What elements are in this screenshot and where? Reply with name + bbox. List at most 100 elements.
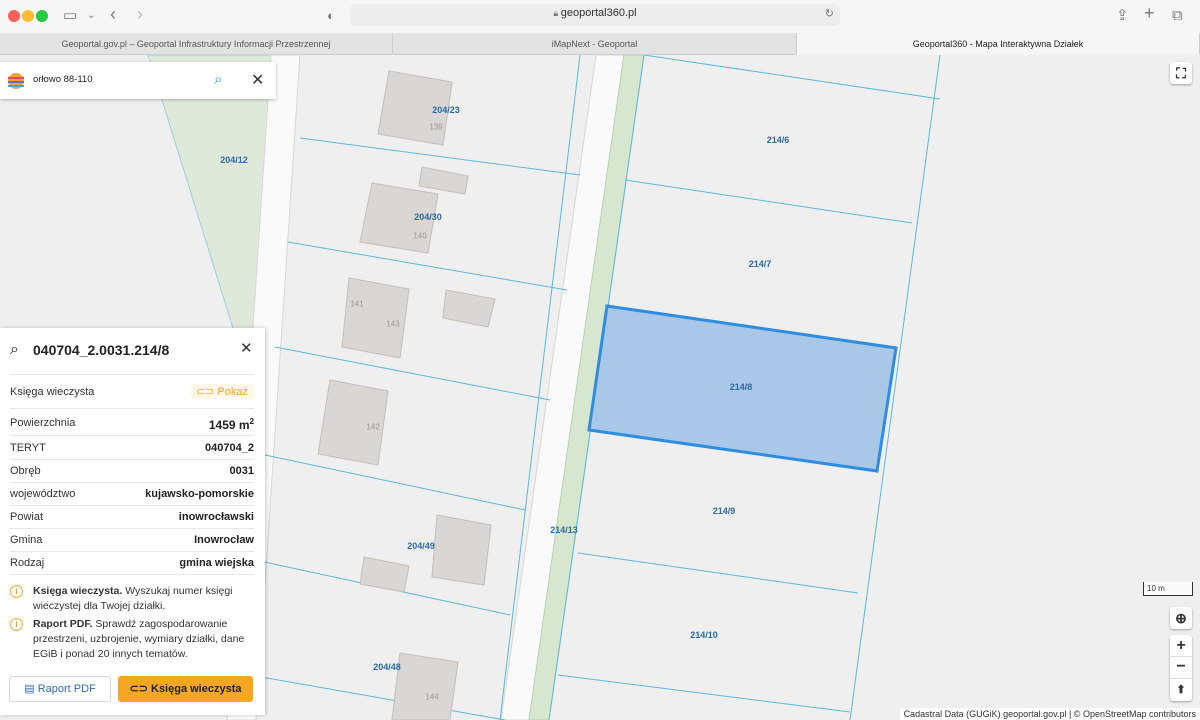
scale-label: 10 m bbox=[1147, 584, 1165, 593]
building-number: 142 bbox=[366, 422, 380, 432]
tab-label: iMapNext - Geoportal bbox=[551, 39, 638, 49]
new-tab-icon[interactable]: + bbox=[1144, 3, 1155, 23]
row-label: Powiat bbox=[10, 511, 44, 523]
row-value: kujawsko-pomorskie bbox=[145, 488, 254, 500]
panel-title: 040704_2.0031.214/8 bbox=[33, 342, 170, 358]
kw-row: Księga wieczysta ⊂⊃ Pokaż bbox=[10, 384, 254, 399]
building-number: 141 bbox=[350, 299, 364, 309]
document-icon: ▤ bbox=[24, 683, 38, 695]
forward-icon[interactable]: › bbox=[137, 4, 143, 24]
tab-label: Geoportal.gov.pl – Geoportal Infrastrukt… bbox=[61, 39, 331, 49]
back-icon[interactable]: ‹ bbox=[110, 4, 116, 24]
scale-bar: 10 m bbox=[1143, 582, 1193, 596]
row-label: Powierzchnia bbox=[10, 417, 76, 429]
parcel-label: 214/13 bbox=[550, 525, 578, 535]
building-number: 140 bbox=[413, 231, 427, 241]
map-attribution[interactable]: Cadastral Data (GUGiK) geoportal.gov.pl … bbox=[899, 708, 1200, 720]
parcel-label: 214/6 bbox=[766, 135, 790, 145]
row-value: 0031 bbox=[229, 465, 254, 477]
note-title: Księga wieczysta. bbox=[33, 585, 123, 597]
pdf-report-label: Raport PDF bbox=[37, 683, 96, 695]
info-row-area: Powierzchnia 1459 m2 bbox=[10, 417, 254, 432]
note-title: Raport PDF. bbox=[33, 618, 93, 630]
parcel-label: 214/10 bbox=[690, 630, 718, 640]
divider bbox=[10, 505, 254, 506]
parcel-label: 204/23 bbox=[432, 105, 460, 115]
privacy-shield-icon[interactable]: ◐ bbox=[327, 6, 335, 26]
kw-show-label: Pokaż bbox=[217, 386, 248, 398]
parcel-label: 204/49 bbox=[407, 541, 435, 551]
close-panel-icon[interactable]: ✕ bbox=[240, 339, 253, 357]
divider bbox=[10, 435, 254, 436]
row-label: TERYT bbox=[10, 442, 46, 454]
kw-info-note: i Księga wieczysta. Wyszukaj numer księg… bbox=[10, 584, 258, 616]
row-value: gmina wiejska bbox=[179, 557, 254, 569]
fullscreen-button[interactable]: ⛶ bbox=[1170, 62, 1192, 84]
parcel-info-panel: ⌕ 040704_2.0031.214/8 ✕ Księga wieczysta… bbox=[0, 328, 265, 715]
parcel-label: 214/7 bbox=[748, 259, 772, 269]
locate-button[interactable]: ⊕ bbox=[1170, 607, 1192, 629]
row-value: 040704_2 bbox=[205, 442, 254, 454]
land-register-label: Księga wieczysta bbox=[151, 683, 242, 695]
link-icon: ⊂⊃ bbox=[129, 683, 151, 695]
zoom-out-button[interactable]: − bbox=[1170, 657, 1192, 679]
search-icon[interactable]: ⌕ bbox=[214, 71, 222, 88]
reload-icon[interactable]: ↻ bbox=[825, 7, 834, 20]
info-row-powiat: Powiat inowrocławski bbox=[10, 511, 254, 523]
zoom-in-button[interactable]: + bbox=[1170, 635, 1192, 657]
logo-icon bbox=[8, 73, 24, 89]
close-icon[interactable]: ✕ bbox=[251, 70, 264, 90]
divider bbox=[10, 459, 254, 460]
zoom-window-button[interactable] bbox=[36, 10, 48, 22]
parcel-label: 204/12 bbox=[220, 155, 248, 165]
tab-label: Geoportal360 - Mapa Interaktywna Działek bbox=[912, 39, 1084, 49]
tab-bar: Geoportal.gov.pl – Geoportal Infrastrukt… bbox=[0, 33, 1200, 55]
pdf-report-button[interactable]: ▤ Raport PDF bbox=[9, 676, 111, 702]
divider bbox=[10, 551, 254, 552]
divider bbox=[10, 482, 254, 483]
tab-geoportal-gov[interactable]: Geoportal.gov.pl – Geoportal Infrastrukt… bbox=[0, 33, 393, 55]
sidebar-toggle-icon[interactable]: ▭ bbox=[63, 6, 77, 26]
search-input[interactable]: orłowo 88-110 bbox=[33, 74, 93, 85]
fullscreen-icon: ⛶ bbox=[1176, 65, 1186, 81]
crosshair-icon: ⊕ bbox=[1175, 610, 1187, 626]
parcel-label: 204/30 bbox=[414, 212, 442, 222]
lock-icon: 🔒︎ bbox=[553, 8, 561, 18]
building-number: 139 bbox=[429, 122, 443, 132]
row-value: 1459 m bbox=[208, 418, 250, 432]
tab-imapnext[interactable]: iMapNext - Geoportal bbox=[393, 33, 797, 55]
kw-label: Księga wieczysta bbox=[10, 386, 95, 398]
info-icon: i bbox=[10, 618, 23, 631]
info-row-wojewodztwo: województwo kujawsko-pomorskie bbox=[10, 488, 254, 500]
chevron-down-icon[interactable]: ⌄ bbox=[87, 6, 95, 26]
row-label: Gmina bbox=[10, 534, 43, 546]
row-value: Inowrocław bbox=[194, 534, 254, 546]
parcel-label: 214/9 bbox=[712, 506, 736, 516]
kw-show-button[interactable]: ⊂⊃ Pokaż bbox=[189, 384, 254, 399]
address-bar[interactable]: 🔒︎ geoportal360.pl ↻ bbox=[350, 4, 840, 26]
compass-icon: ⬆ bbox=[1176, 684, 1186, 696]
close-window-button[interactable] bbox=[8, 10, 20, 22]
parcel-label: 204/48 bbox=[373, 662, 401, 672]
tab-geoportal360[interactable]: Geoportal360 - Mapa Interaktywna Działek bbox=[797, 33, 1200, 55]
share-icon[interactable]: ⇪ bbox=[1116, 6, 1129, 26]
divider bbox=[10, 528, 254, 529]
row-value: inowrocławski bbox=[178, 511, 254, 523]
parcel-label: 214/8 bbox=[729, 382, 753, 392]
info-row-rodzaj: Rodzaj gmina wiejska bbox=[10, 557, 254, 569]
building-number: 143 bbox=[386, 319, 400, 329]
info-icon: i bbox=[10, 585, 23, 598]
minimize-window-button[interactable] bbox=[22, 10, 34, 22]
browser-toolbar: ▭ ⌄ ‹ › ◐ 🔒︎ geoportal360.pl ↻ ⇪ + ⧉ bbox=[0, 0, 1200, 33]
info-row-teryt: TERYT 040704_2 bbox=[10, 442, 254, 454]
row-label: Obręb bbox=[10, 465, 41, 477]
land-register-button[interactable]: ⊂⊃ Księga wieczysta bbox=[118, 676, 253, 702]
compass-button[interactable]: ⬆ bbox=[1170, 679, 1192, 701]
tab-overview-icon[interactable]: ⧉ bbox=[1172, 6, 1183, 26]
row-label: województwo bbox=[10, 488, 76, 500]
row-label: Rodzaj bbox=[10, 557, 45, 569]
pdf-info-note: i Raport PDF. Sprawdź zagospodarowanie p… bbox=[10, 617, 258, 665]
info-row-gmina: Gmina Inowrocław bbox=[10, 534, 254, 546]
zoom-controls: + − ⬆ bbox=[1170, 635, 1192, 701]
divider bbox=[10, 408, 254, 409]
